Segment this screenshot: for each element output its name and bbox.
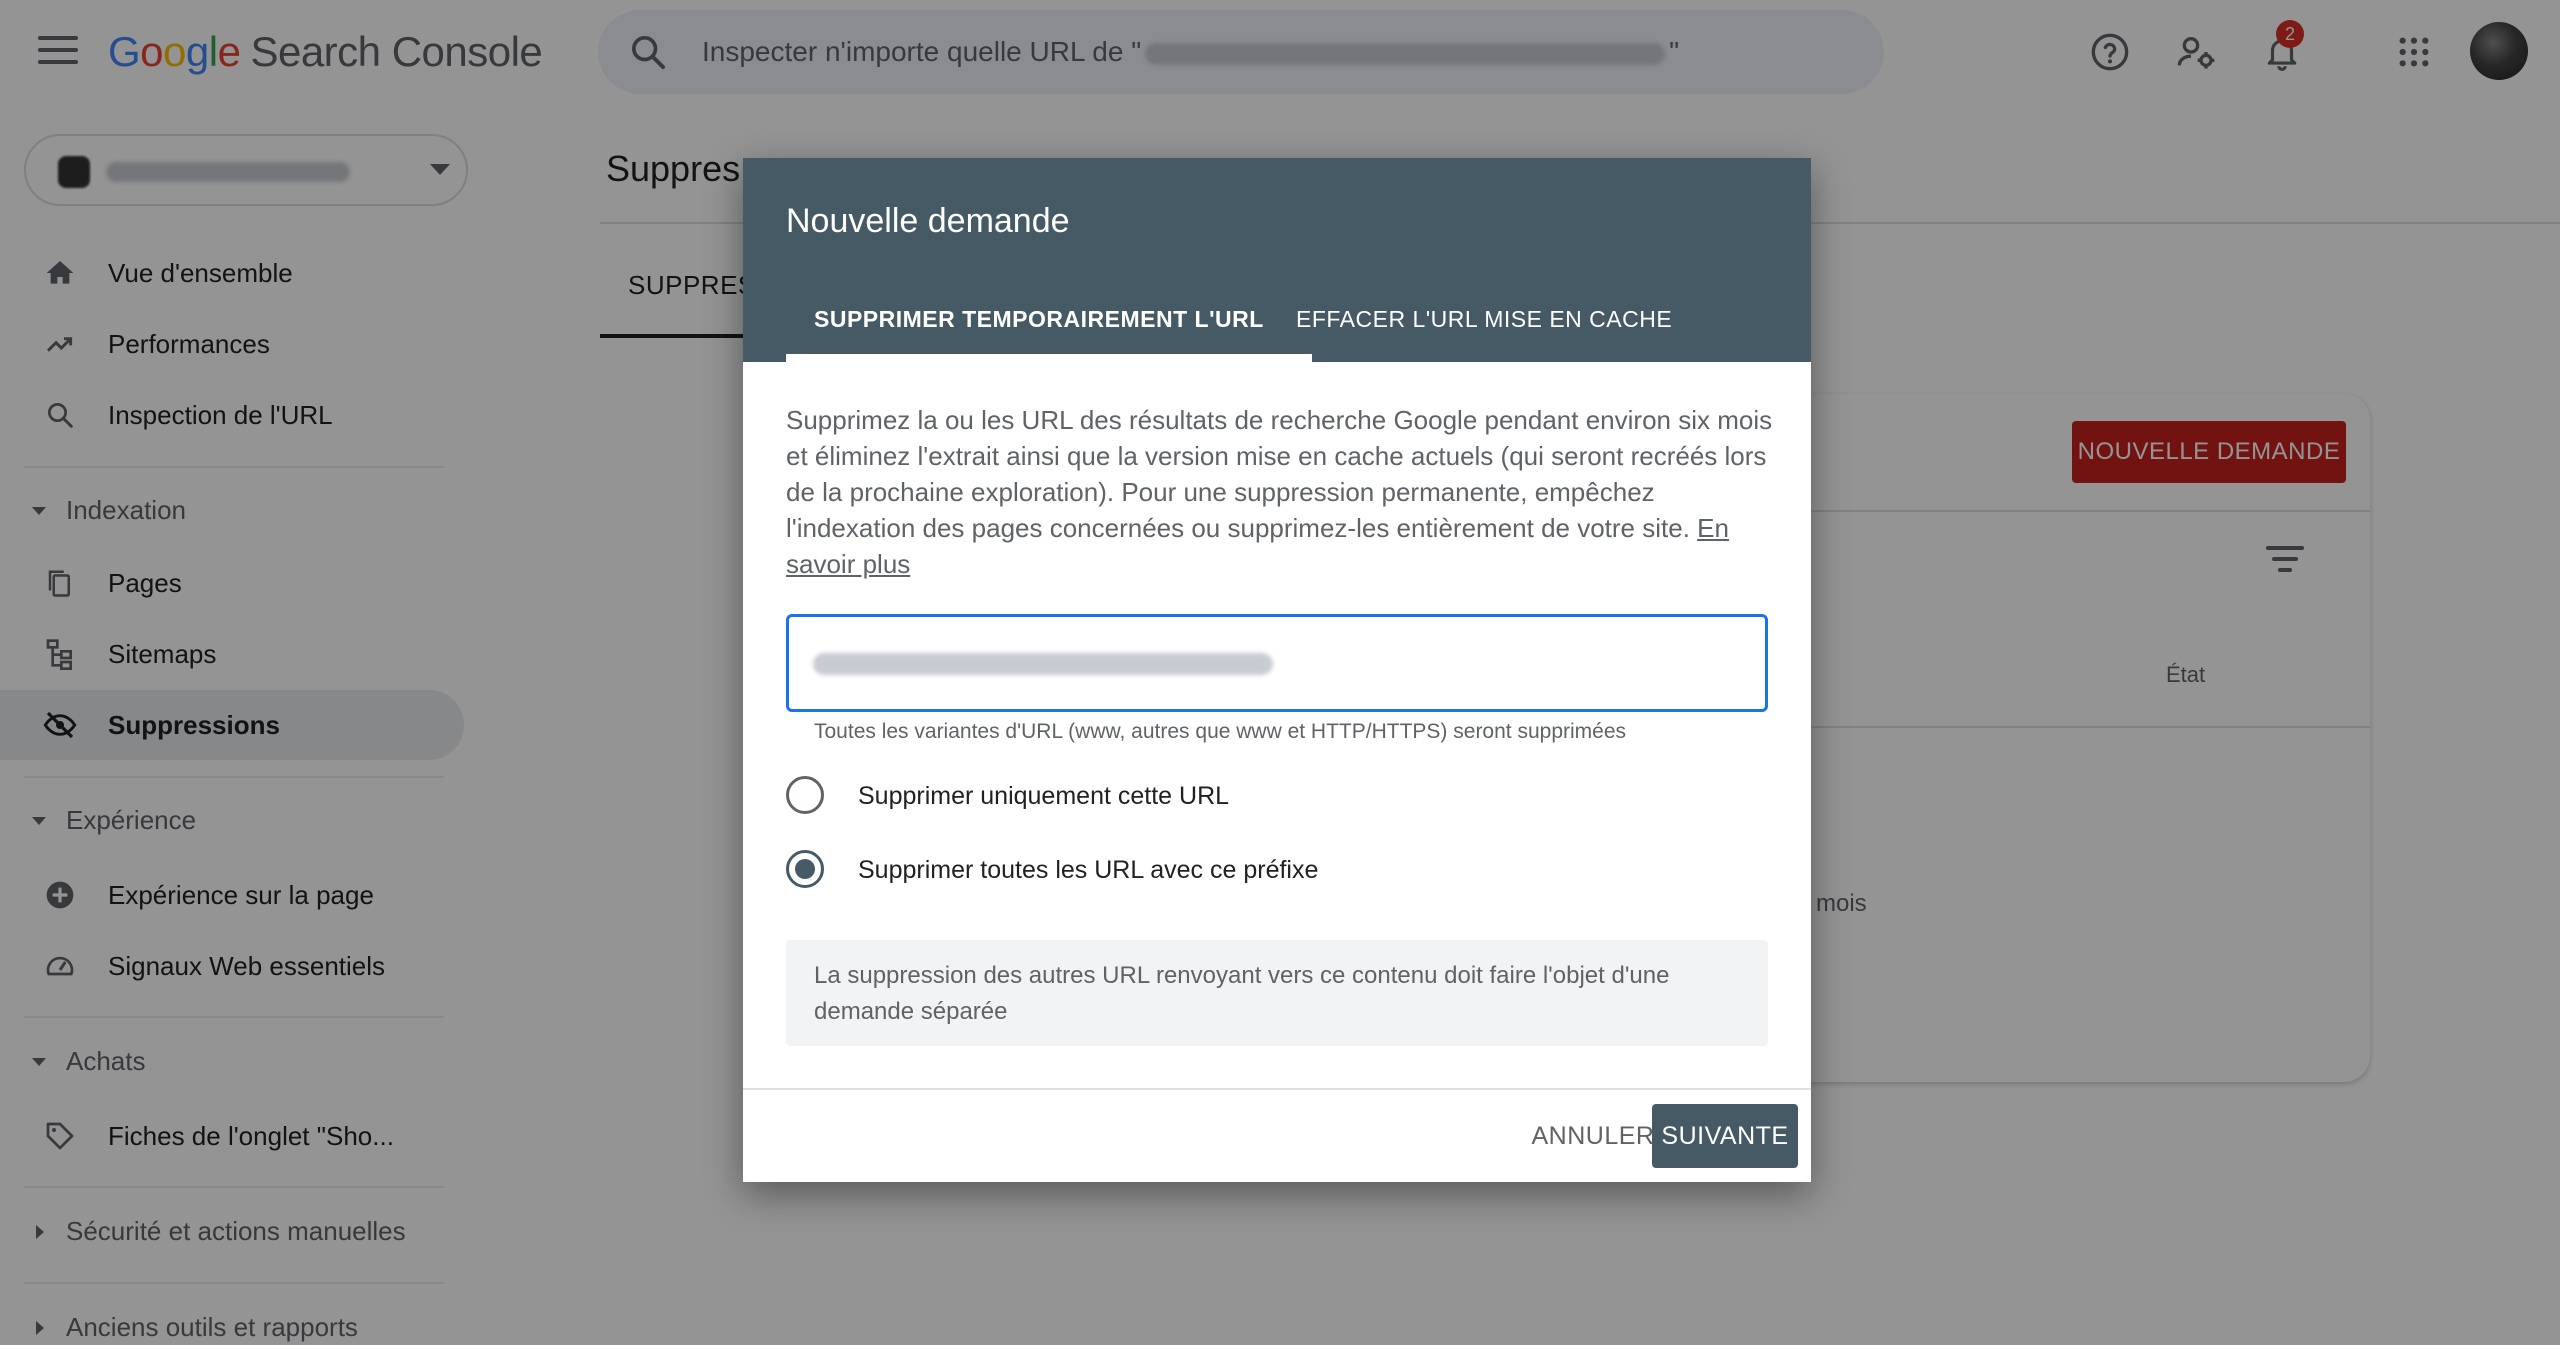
info-box: La suppression des autres URL renvoyant … xyxy=(786,940,1768,1046)
dialog-title: Nouvelle demande xyxy=(786,202,1070,240)
url-helper-text: Toutes les variantes d'URL (www, autres … xyxy=(814,720,1627,743)
dialog-footer-divider xyxy=(743,1088,1811,1090)
radio-label: Supprimer uniquement cette URL xyxy=(858,782,1230,810)
url-input[interactable] xyxy=(786,614,1768,712)
active-tab-indicator xyxy=(786,354,1312,362)
new-request-dialog: Nouvelle demande SUPPRIMER TEMPORAIREMEN… xyxy=(743,158,1811,1182)
next-button[interactable]: SUIVANTE xyxy=(1652,1104,1798,1168)
dialog-header: Nouvelle demande SUPPRIMER TEMPORAIREMEN… xyxy=(743,158,1811,362)
radio-button-checked[interactable] xyxy=(786,850,824,888)
description-text: Supprimez la ou les URL des résultats de… xyxy=(786,405,1773,543)
radio-dot xyxy=(795,859,815,879)
tab-clear-cached-url[interactable]: EFFACER L'URL MISE EN CACHE xyxy=(1296,306,1672,333)
radio-label: Supprimer toutes les URL avec ce préfixe xyxy=(858,856,1319,884)
tab-temporary-removal[interactable]: SUPPRIMER TEMPORAIREMENT L'URL xyxy=(814,306,1264,333)
blurred-url-value xyxy=(813,653,1273,675)
info-text: La suppression des autres URL renvoyant … xyxy=(814,962,1670,1025)
dialog-description: Supprimez la ou les URL des résultats de… xyxy=(786,402,1776,582)
radio-button[interactable] xyxy=(786,776,824,814)
